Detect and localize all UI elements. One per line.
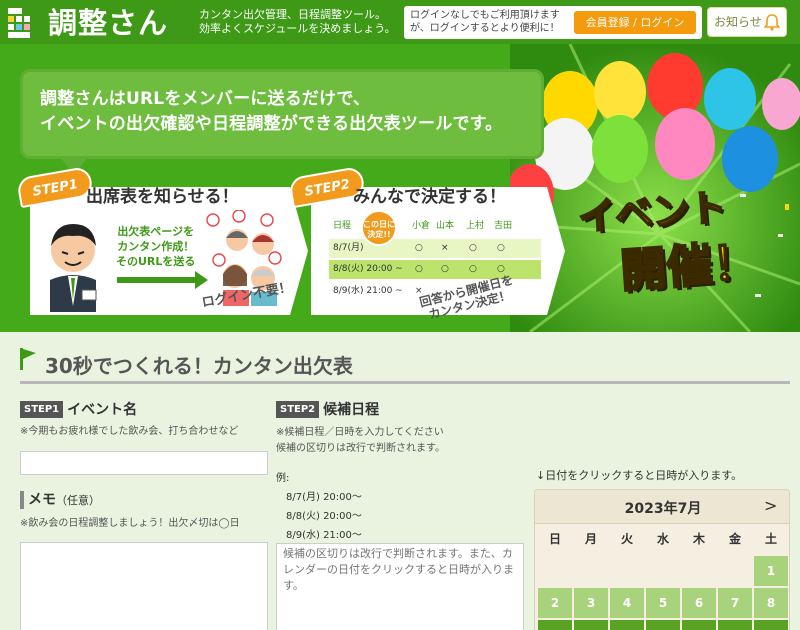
calendar-weekday: 月	[584, 532, 597, 546]
calendar-weekday: 金	[728, 532, 741, 546]
calendar-note: ↓日付をクリックすると日時が入ります。	[536, 469, 743, 482]
example-line: 8/9(水) 21:00〜	[286, 530, 362, 541]
date-picker-calendar: 2023年7月 > 日月火水木金土123456789101112131415	[534, 489, 790, 630]
candidate-dates-textarea[interactable]	[276, 543, 524, 630]
schedule-col-member-1: 小倉	[412, 221, 431, 231]
calendar-day[interactable]: 2	[538, 588, 572, 618]
example-line: 8/8(火) 20:00〜	[286, 511, 362, 522]
notice-button[interactable]: お知らせ	[707, 7, 787, 37]
event-name-label: STEP1 イベント名	[20, 400, 137, 418]
memo-textarea[interactable]	[20, 542, 268, 630]
step2-tag: STEP2	[276, 400, 320, 418]
schedule-mark: ○	[415, 264, 423, 274]
calendar-weekday: 木	[692, 532, 705, 546]
intro-line-1: 調整さんはURLをメンバーに送るだけで、	[40, 89, 371, 109]
calendar-day[interactable]: 13	[682, 620, 716, 630]
decided-seal: この日に 決定!!	[361, 210, 397, 246]
calendar-day[interactable]: 1	[754, 556, 788, 586]
memo-label: メモ（任意）	[20, 491, 100, 509]
hero-banner: イベント 開催！ 調整さんはURLをメンバーに送るだけで、 イベントの出欠確認や…	[0, 44, 800, 332]
calendar-day[interactable]: 5	[646, 588, 680, 618]
memo-heading: メモ	[28, 492, 56, 508]
event-name-heading: イベント名	[67, 402, 138, 418]
login-note: ログインなしでもご利用頂けます が、ログインするとより便利に！	[410, 10, 560, 34]
candidate-dates-hint: ※候補日程／日時を入力してください 候補の区切りは改行で判断されます。	[276, 427, 445, 454]
step1-arrow	[117, 277, 195, 283]
calendar-day[interactable]: 6	[682, 588, 716, 618]
schedule-col-member-4: 吉田	[494, 221, 513, 231]
calendar-weekday: 土	[764, 532, 777, 546]
step1-tag: STEP1	[20, 400, 64, 418]
calendar-weekday: 水	[656, 532, 669, 546]
calendar-day[interactable]: 15	[754, 620, 788, 630]
calendar-day[interactable]: 11	[610, 620, 644, 630]
step1-title: 出席表を知らせる！	[86, 187, 239, 207]
notice-label: お知らせ	[714, 15, 762, 29]
candidate-dates-heading: 候補日程	[323, 402, 380, 418]
login-panel: ログインなしでもご利用頂けます が、ログインするとより便利に！ 会員登録 / ロ…	[404, 6, 702, 39]
businessman-illustration	[50, 224, 97, 312]
memo-hint: ※飲み会の日程調整しましょう！出欠〆切は◯日	[20, 518, 240, 529]
calendar-day[interactable]: 12	[646, 620, 680, 630]
calendar-weekday: 日	[548, 532, 561, 546]
calendar-day[interactable]: 8	[754, 588, 788, 618]
calendar-weekday: 火	[620, 532, 633, 546]
calendar-day[interactable]: 3	[574, 588, 608, 618]
step2-title: みんなで決定する！	[353, 187, 506, 207]
schedule-mark: ○	[441, 264, 449, 274]
site-logo[interactable]: 調整さん	[6, 6, 168, 40]
schedule-mark: ○	[497, 243, 505, 253]
schedule-mark: ×	[441, 243, 449, 253]
event-headline-bottom: 開催！	[617, 233, 760, 298]
bell-icon	[763, 13, 781, 41]
event-name-input[interactable]	[20, 451, 268, 475]
calendar-day[interactable]: 9	[538, 620, 572, 630]
schedule-mark: ○	[469, 243, 477, 253]
candidate-dates-label: STEP2 候補日程	[276, 400, 379, 418]
tagline: カンタン出欠管理、日程調整ツール。 効率よくスケジュールを決めましょう。	[199, 8, 396, 35]
schedule-date: 8/9(水) 21:00 ~	[333, 286, 403, 296]
title-divider	[20, 381, 790, 384]
page-title: 30秒でつくれる！カンタン出欠表	[45, 354, 353, 378]
site-header: 調整さん カンタン出欠管理、日程調整ツール。 効率よくスケジュールを決めましょう…	[0, 0, 800, 44]
example-label: 例:	[276, 473, 290, 484]
calendar-month: 2023年7月	[624, 501, 702, 517]
calendar-header: 2023年7月 >	[535, 490, 789, 524]
step1-description: 出欠表ページを カンタン作成！ そのURLを送る	[116, 225, 196, 268]
memo-optional: （任意）	[56, 494, 100, 507]
schedule-date: 8/7(月)	[333, 243, 364, 253]
schedule-mark: ○	[469, 264, 477, 274]
logo-icon	[6, 6, 46, 40]
event-name-hint: ※今期もお疲れ様でした飲み会、打ち合わせなど	[20, 426, 239, 437]
schedule-mark: ○	[415, 243, 423, 253]
example-line: 8/7(月) 20:00〜	[286, 492, 362, 503]
step2-chevron	[547, 187, 565, 315]
register-login-button[interactable]: 会員登録 / ログイン	[574, 11, 696, 34]
calendar-day[interactable]: 14	[718, 620, 752, 630]
schedule-col-date: 日程	[333, 221, 352, 231]
flag-icon	[20, 348, 36, 370]
calendar-day[interactable]: 10	[574, 620, 608, 630]
calendar-day[interactable]: 7	[718, 588, 752, 618]
logo-text: 調整さん	[48, 6, 169, 40]
schedule-row: 8/7(月) ○ × ○ ○	[329, 239, 541, 258]
schedule-col-member-3: 上村	[466, 221, 485, 231]
intro-line-2: イベントの出欠確認や日程調整ができる出欠表ツールです。	[40, 114, 503, 134]
next-month-button[interactable]: >	[764, 496, 777, 515]
calendar-day[interactable]: 4	[610, 588, 644, 618]
schedule-col-member-2: 山本	[436, 221, 455, 231]
schedule-date: 8/8(火) 20:00 ~	[333, 264, 403, 274]
